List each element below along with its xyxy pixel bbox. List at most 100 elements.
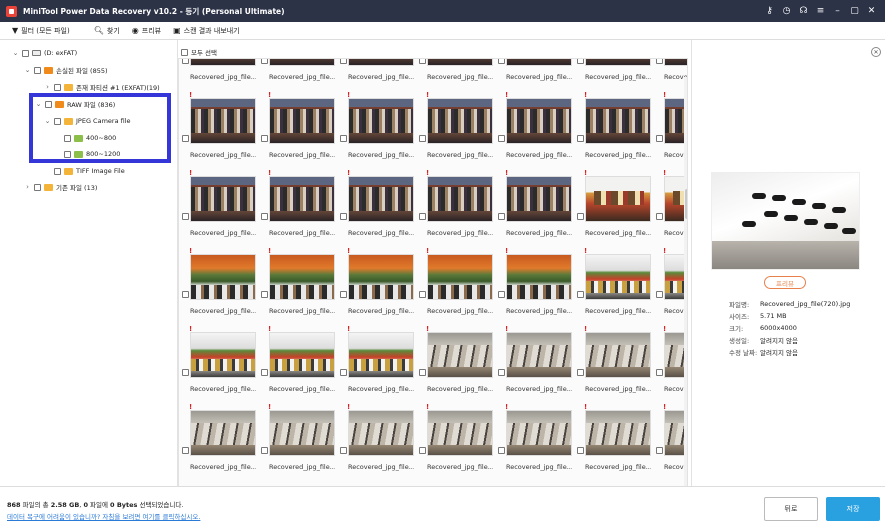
thumbnail-image[interactable] [427,254,493,300]
thumbnail-image[interactable] [585,176,651,222]
key-icon[interactable]: ⚷ [764,6,775,17]
thumbnail-image[interactable] [190,254,256,300]
item-checkbox[interactable] [656,59,663,64]
thumbnail-image[interactable] [427,176,493,222]
close-icon[interactable]: ✕ [866,6,877,17]
thumbnail-image[interactable] [269,410,335,456]
thumbnail-image[interactable] [664,59,687,66]
thumbnail-image[interactable] [190,410,256,456]
item-checkbox[interactable] [419,213,426,220]
thumbnail-image[interactable] [190,332,256,378]
thumbnail-item[interactable]: !Recovered_jpg_file... [258,167,336,245]
item-checkbox[interactable] [182,135,189,142]
thumbnail-item[interactable]: !Recovered_jpg_file... [574,89,652,167]
chevron-right-icon[interactable]: › [24,183,31,191]
thumbnail-item[interactable]: !Recovered_jpg_file... [179,89,257,167]
item-checkbox[interactable] [577,291,584,298]
preview-button[interactable]: 프리뷰 [764,276,806,289]
checkbox[interactable] [34,66,41,74]
chevron-right-icon[interactable]: › [44,83,51,91]
help-link[interactable]: 데이터 복구에 어려움이 있습니까? 자침을 보려면 여기를 클릭하십시오. [7,511,200,521]
thumbnail-item[interactable]: !Recovered_jpg_file... [416,245,494,323]
thumbnail-image[interactable] [269,332,335,378]
item-checkbox[interactable] [182,447,189,454]
thumbnail-image[interactable] [190,59,256,66]
thumbnail-item[interactable]: !Recovered_jpg_file... [574,245,652,323]
thumbnail-image[interactable] [427,332,493,378]
thumbnail-item[interactable]: !Recovered_jpg_file... [574,167,652,245]
thumbnail-item[interactable]: !Recovered_jpg_file... [337,245,415,323]
thumbnail-item[interactable]: !Recovered_jpg_file... [337,401,415,479]
thumbnail-item[interactable]: Recovered_jpg_file... [179,59,257,89]
thumbnail-item[interactable]: Recovered_jpg_file... [337,59,415,89]
thumbnail-item[interactable]: !Recovered_jpg_file... [337,167,415,245]
thumbnail-item[interactable]: !Recovered_jpg_file... [495,401,573,479]
item-checkbox[interactable] [261,135,268,142]
chevron-down-icon[interactable]: ⌄ [12,49,19,57]
thumbnail-item[interactable]: !Recovered_jpg_file... [258,89,336,167]
maximize-icon[interactable]: ▢ [849,6,860,17]
thumbnail-image[interactable] [348,98,414,144]
item-checkbox[interactable] [261,369,268,376]
preview-toolbar-button[interactable]: ◉ 프리뷰 [132,26,161,36]
thumbnail-item[interactable]: !Recovered_jpg_file... [258,245,336,323]
thumbnail-item[interactable]: !Recovered_jpg_file... [495,245,573,323]
thumbnail-image[interactable] [506,332,572,378]
item-checkbox[interactable] [340,213,347,220]
thumbnail-image[interactable] [348,254,414,300]
item-checkbox[interactable] [577,135,584,142]
thumbnail-image[interactable] [427,410,493,456]
item-checkbox[interactable] [656,213,663,220]
clock-icon[interactable]: ◷ [781,6,792,17]
checkbox[interactable] [22,49,29,57]
thumbnail-image[interactable] [585,332,651,378]
filter-button[interactable]: ▼ 필터 (모든 파일) [12,26,70,36]
thumbnail-image[interactable] [506,176,572,222]
thumbnail-item[interactable]: !Recovered_jpg_file... [416,323,494,401]
export-button[interactable]: ▣ 스캔 결과 내보내기 [173,26,240,36]
thumbnail-item[interactable]: !Recovered_jpg_file... [416,89,494,167]
tree-item-partition[interactable]: › 존재 파티션 #1 (EXFAT)(19) [44,80,160,94]
headset-icon[interactable]: ☊ [798,6,809,17]
item-checkbox[interactable] [261,447,268,454]
thumbnail-item[interactable]: Recovered_jpg_file... [653,59,687,89]
item-checkbox[interactable] [498,447,505,454]
thumbnail-item[interactable]: !Recovered_jpg_file... [653,323,687,401]
thumbnail-item[interactable]: !Recovered_jpg_file... [179,245,257,323]
thumbnail-item[interactable]: !Recovered_jpg_file... [495,323,573,401]
thumbnail-item[interactable]: !Recovered_jpg_file... [653,401,687,479]
item-checkbox[interactable] [182,291,189,298]
checkbox[interactable] [54,167,61,175]
thumbnail-image[interactable] [190,98,256,144]
checkbox[interactable] [34,183,41,191]
minimize-icon[interactable]: – [832,6,843,17]
thumbnail-item[interactable]: !Recovered_jpg_file... [574,323,652,401]
back-button[interactable]: 뒤로 [764,497,818,521]
item-checkbox[interactable] [182,369,189,376]
save-button[interactable]: 저장 [826,497,880,521]
thumbnail-image[interactable] [348,176,414,222]
chevron-down-icon[interactable]: ⌄ [24,66,31,74]
menu-icon[interactable]: ≡ [815,6,826,17]
tree-item-tiff[interactable]: TIFF Image File [54,164,125,178]
thumbnail-item[interactable]: !Recovered_jpg_file... [653,167,687,245]
thumbnail-item[interactable]: !Recovered_jpg_file... [416,167,494,245]
thumbnail-image[interactable] [348,332,414,378]
thumbnail-image[interactable] [585,410,651,456]
thumbnail-image[interactable] [506,410,572,456]
thumbnail-image[interactable] [348,59,414,66]
item-checkbox[interactable] [656,135,663,142]
thumbnail-image[interactable] [427,59,493,66]
select-all-checkbox[interactable] [181,48,188,56]
thumbnail-item[interactable]: Recovered_jpg_file... [574,59,652,89]
item-checkbox[interactable] [577,59,584,64]
thumbnail-image[interactable] [585,59,651,66]
thumbnail-item[interactable]: Recovered_jpg_file... [495,59,573,89]
item-checkbox[interactable] [182,59,189,64]
item-checkbox[interactable] [498,213,505,220]
thumbnail-image[interactable] [585,254,651,300]
item-checkbox[interactable] [577,447,584,454]
scrollbar-thumb[interactable] [685,189,687,219]
thumbnail-image[interactable] [506,98,572,144]
item-checkbox[interactable] [656,291,663,298]
